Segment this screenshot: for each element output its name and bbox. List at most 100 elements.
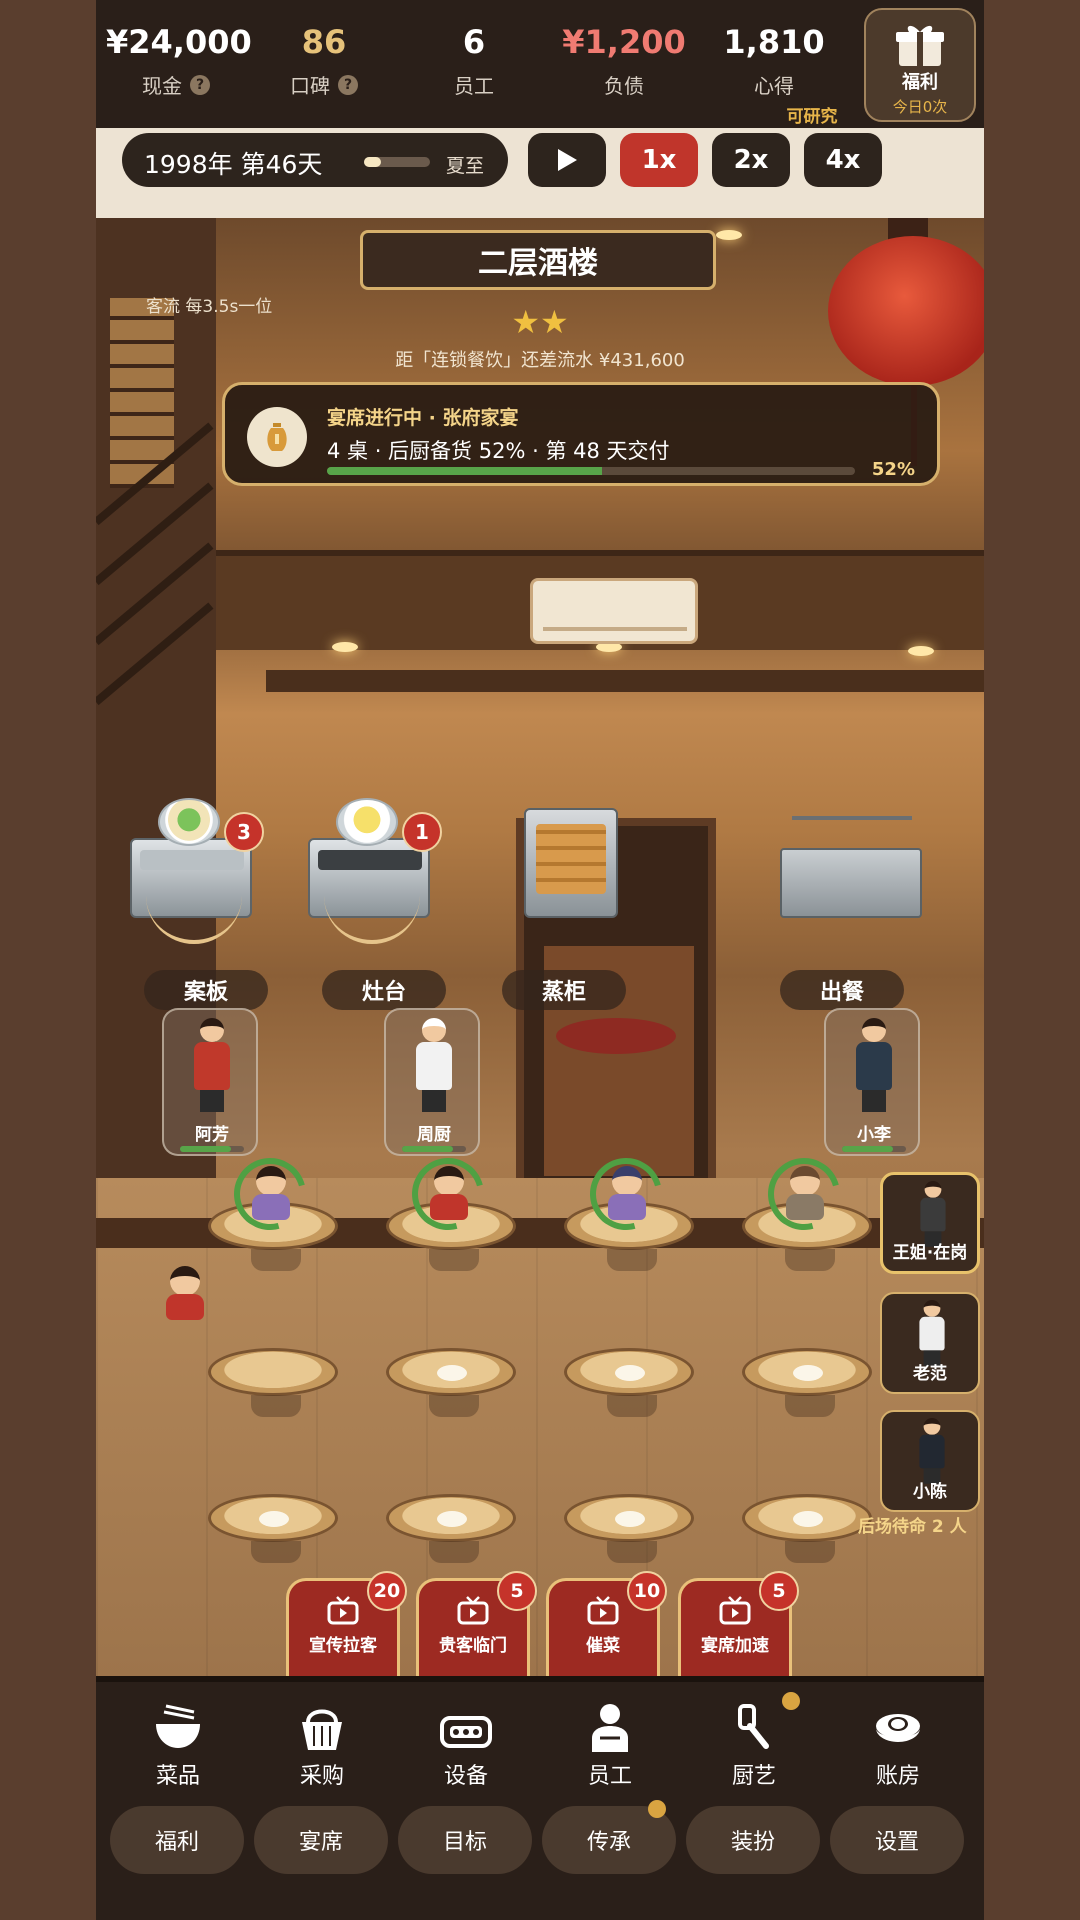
stove-icon (440, 1716, 492, 1748)
nav-purchase[interactable]: 采购 (262, 1702, 382, 1790)
waiter-card-xiaochen[interactable]: 小陈 (880, 1410, 980, 1512)
ingot-icon (876, 1714, 920, 1742)
action-count-badge: 20 (367, 1571, 407, 1611)
bowl-icon (156, 1704, 200, 1748)
dining-table[interactable] (742, 1494, 872, 1563)
action-count-badge: 5 (759, 1571, 799, 1611)
waiter-card-wangjie[interactable]: 王姐·在岗 (880, 1172, 980, 1274)
banquet-detail: 4 桌 · 后厨备货 52% · 第 48 天交付 (327, 439, 670, 463)
fried-rice-icon (336, 798, 398, 846)
action-label: 宣传拉客 (309, 1636, 377, 1656)
pill-welfare[interactable]: 福利 (110, 1806, 244, 1874)
banquet-percent: 52% (871, 459, 915, 480)
dining-table[interactable] (564, 1494, 694, 1563)
dining-table[interactable] (208, 1348, 338, 1417)
staff-card-afang[interactable]: 阿芳 (162, 1008, 258, 1156)
staff-stamina-bar (180, 1146, 244, 1152)
station-label-cutting: 案板 (144, 970, 268, 1010)
tv-icon (457, 1596, 489, 1625)
staff-card-xiaoli[interactable]: 小李 (824, 1008, 920, 1156)
gift-sub: 今日0次 (892, 98, 948, 116)
station-cutting-board[interactable]: 3 (116, 798, 266, 968)
station-serving[interactable] (776, 798, 926, 968)
pill-goals[interactable]: 目标 (398, 1806, 532, 1874)
banquet-card[interactable]: 宴席进行中 · 张府家宴 4 桌 · 后厨备货 52% · 第 48 天交付 5… (222, 382, 940, 486)
banquet-speedup-button[interactable]: 宴席加速 5 (678, 1571, 799, 1676)
customer[interactable] (576, 1144, 676, 1244)
promote-button[interactable]: 宣传拉客 20 (286, 1571, 407, 1676)
staff-card-zhouchu[interactable]: 周厨 (384, 1008, 480, 1156)
waiting-customer[interactable] (148, 1258, 220, 1330)
dining-table[interactable] (742, 1348, 872, 1417)
nav-label: 设备 (443, 1764, 488, 1789)
station-steamer[interactable] (476, 798, 626, 968)
stat-reputation[interactable]: 86 口碑? (254, 20, 394, 99)
dining-table[interactable] (564, 1348, 694, 1417)
action-label: 贵客临门 (439, 1636, 507, 1656)
basket-icon (302, 1709, 342, 1750)
dining-table[interactable] (386, 1348, 516, 1417)
station-progress-ring (146, 894, 242, 944)
nav-dishes[interactable]: 菜品 (118, 1702, 238, 1790)
speed-1x-button[interactable]: 1x (620, 133, 698, 187)
tv-icon (587, 1596, 619, 1625)
upgrade-goal-text: 距「连锁餐饮」还差流水 ¥431,600 (395, 350, 685, 371)
help-icon[interactable]: ? (190, 74, 210, 95)
stat-insight[interactable]: 1,810 心得 (704, 20, 844, 99)
staff-stamina-bar (402, 1146, 466, 1152)
staff-name: 小李 (857, 1125, 891, 1145)
banquet-title: 宴席进行中 · 张府家宴 (327, 407, 519, 429)
play-button[interactable] (528, 133, 606, 187)
waiter-name: 小陈 (913, 1482, 947, 1502)
ceiling-light (716, 230, 742, 240)
nav-staff[interactable]: 员工 (550, 1702, 670, 1790)
steamer-cabinet (524, 808, 618, 918)
waiter-avatar (919, 1300, 945, 1367)
speed-2x-button[interactable]: 2x (712, 133, 790, 187)
stat-staff[interactable]: 6 员工 (404, 20, 544, 99)
game-screen: ¥24,000 现金? 86 口碑? 6 员工 ¥1,200 负债 1,810 … (96, 0, 984, 1920)
air-conditioner (530, 578, 698, 644)
vip-guest-button[interactable]: 贵客临门 5 (416, 1571, 537, 1676)
play-icon (558, 149, 577, 171)
station-stove[interactable]: 1 (294, 798, 444, 968)
customer[interactable] (220, 1144, 320, 1244)
ceiling-light (908, 646, 934, 656)
nav-cooking-skill[interactable]: 厨艺 (694, 1702, 814, 1790)
notification-dot (648, 1800, 666, 1818)
pill-costume[interactable]: 装扮 (686, 1806, 820, 1874)
server-avatar (856, 1018, 892, 1114)
stat-reputation-label: 口碑 (290, 74, 330, 98)
vase-icon (247, 407, 307, 467)
station-label-serving: 出餐 (780, 970, 904, 1010)
tv-icon (327, 1596, 359, 1625)
standby-text: 后场待命 2 人 (858, 1517, 967, 1537)
nav-equipment[interactable]: 设备 (406, 1702, 526, 1790)
nav-label: 账房 (875, 1764, 920, 1789)
station-label-steamer: 蒸柜 (502, 970, 626, 1010)
noodle-bowl-icon (158, 798, 220, 846)
customer[interactable] (754, 1144, 854, 1244)
notification-dot (782, 1692, 800, 1710)
nav-accounts[interactable]: 账房 (838, 1702, 958, 1790)
customer[interactable] (398, 1144, 498, 1244)
stat-insight-label: 心得 (754, 74, 794, 98)
gift-button[interactable]: 福利 今日0次 (864, 8, 976, 122)
stat-debt[interactable]: ¥1,200 负债 (554, 20, 694, 99)
pill-banquet[interactable]: 宴席 (254, 1806, 388, 1874)
dining-table[interactable] (208, 1494, 338, 1563)
gift-icon (896, 25, 944, 66)
stats-bar: ¥24,000 现金? 86 口碑? 6 员工 ¥1,200 负债 1,810 … (96, 0, 984, 128)
nav-label: 厨艺 (731, 1764, 776, 1789)
rush-dishes-button[interactable]: 催菜 10 (546, 1571, 667, 1676)
chef-avatar (416, 1018, 452, 1114)
waiter-card-laofan[interactable]: 老范 (880, 1292, 980, 1394)
stat-cash[interactable]: ¥24,000 现金? (106, 20, 252, 99)
speed-4x-button[interactable]: 4x (804, 133, 882, 187)
person-icon (592, 1704, 628, 1752)
help-icon[interactable]: ? (338, 74, 358, 95)
dining-table[interactable] (386, 1494, 516, 1563)
floor (96, 1178, 984, 1676)
pill-settings[interactable]: 设置 (830, 1806, 964, 1874)
rating-stars: ★★ (511, 303, 569, 341)
